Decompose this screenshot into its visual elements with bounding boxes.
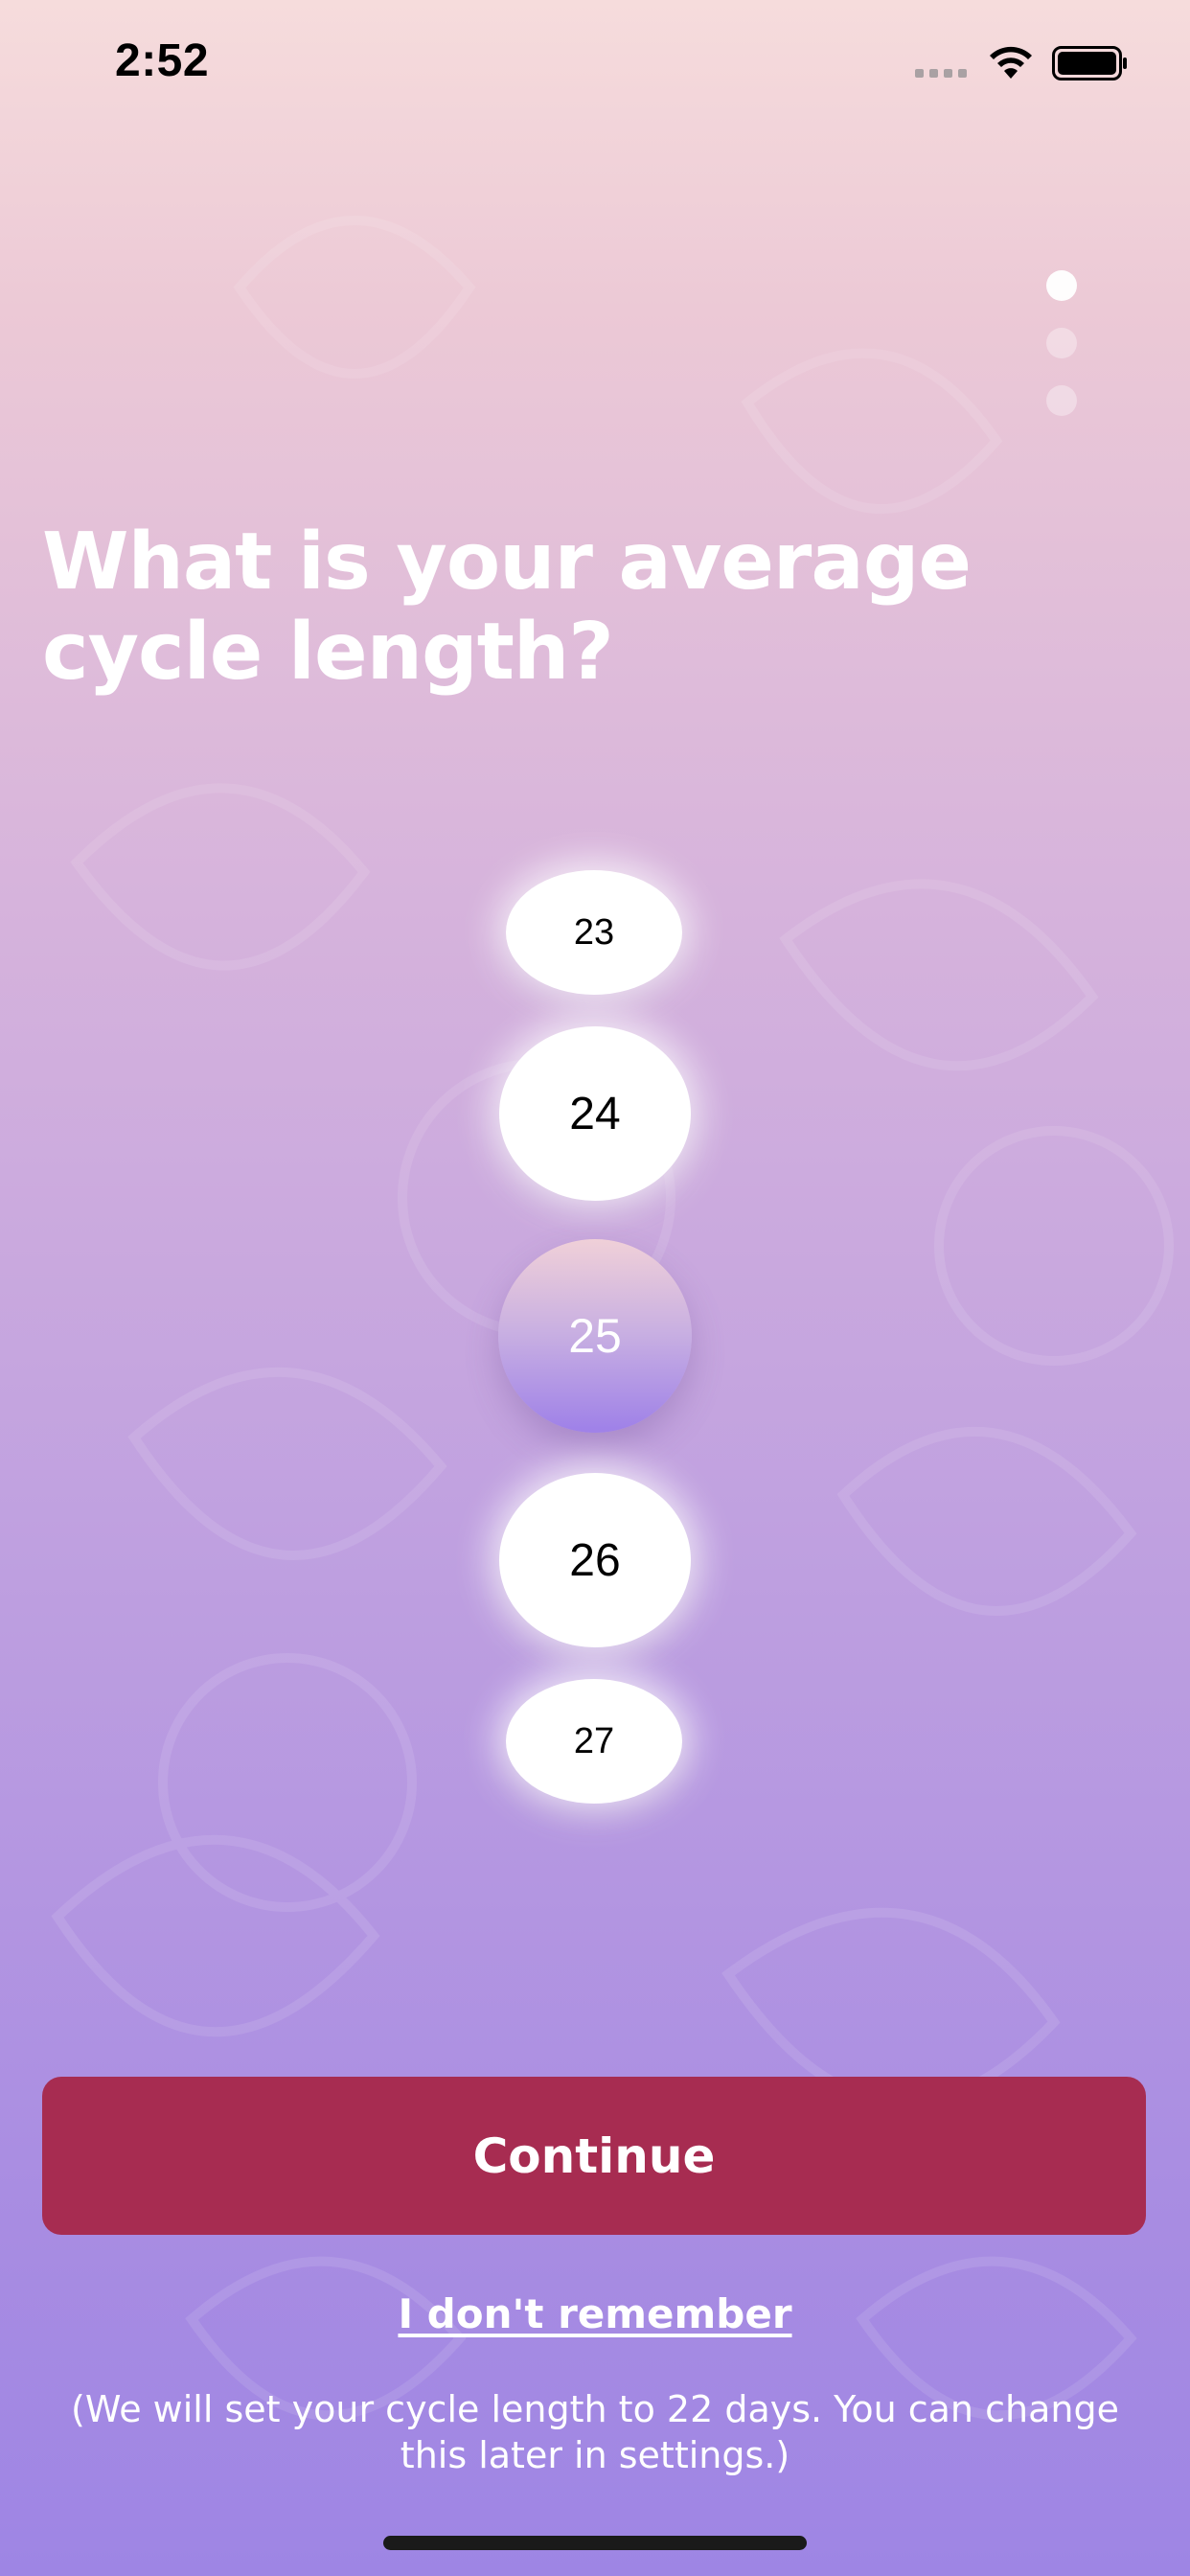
cycle-length-picker[interactable]: 23 24 25 26 27 bbox=[0, 0, 1190, 1821]
picker-option-25-selected[interactable]: 25 bbox=[498, 1239, 692, 1433]
picker-option-24[interactable]: 24 bbox=[499, 1026, 691, 1201]
home-indicator bbox=[383, 2536, 807, 2550]
dont-remember-link[interactable]: I don't remember bbox=[0, 2290, 1190, 2337]
continue-button[interactable]: Continue bbox=[42, 2077, 1146, 2235]
picker-option-26[interactable]: 26 bbox=[499, 1473, 691, 1647]
picker-option-27[interactable]: 27 bbox=[506, 1679, 682, 1804]
default-length-note: (We will set your cycle length to 22 day… bbox=[71, 2388, 1119, 2476]
picker-option-23[interactable]: 23 bbox=[506, 870, 682, 995]
